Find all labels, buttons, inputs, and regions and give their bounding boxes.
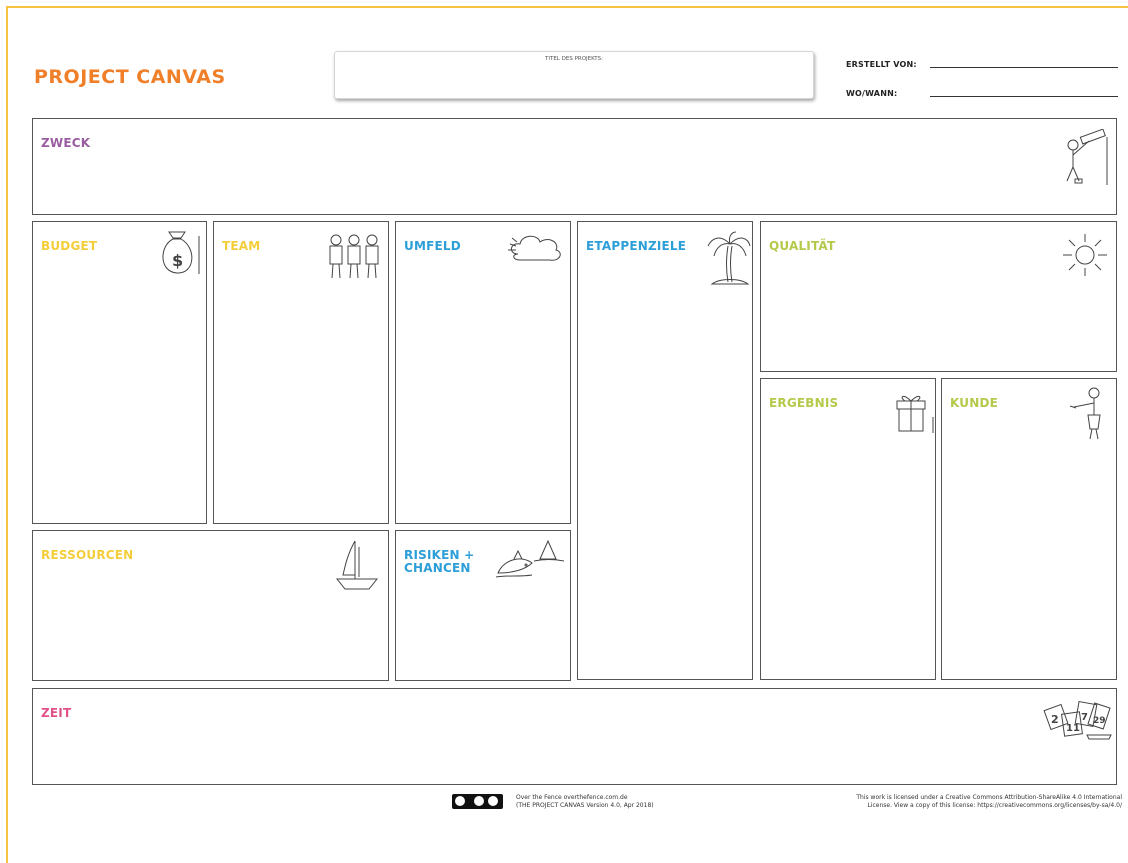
budget-label: BUDGET xyxy=(41,239,98,253)
kunde-box[interactable]: KUNDE xyxy=(941,378,1117,680)
palm-island-icon xyxy=(707,231,751,285)
sa-icon xyxy=(488,796,498,806)
cc-by-sa-badge xyxy=(452,794,503,809)
telescope-person-icon xyxy=(1066,129,1108,185)
umfeld-label: UMFELD xyxy=(404,239,461,253)
created-by-field[interactable] xyxy=(930,67,1118,68)
svg-text:2: 2 xyxy=(1051,713,1059,726)
people-group-icon xyxy=(329,234,379,279)
zweck-label: ZWECK xyxy=(41,136,91,150)
gift-icon xyxy=(896,395,934,433)
created-by-label: ERSTELLT VON: xyxy=(846,60,917,69)
footer-license: This work is licensed under a Creative C… xyxy=(856,794,1122,810)
etappenziele-label: ETAPPENZIELE xyxy=(586,239,687,253)
svg-text:29: 29 xyxy=(1093,716,1106,726)
svg-text:7: 7 xyxy=(1081,712,1088,723)
risiken-label: RISIKEN + CHANCEN xyxy=(404,549,474,575)
page-title: PROJECT CANVAS xyxy=(34,66,226,88)
zeit-label: ZEIT xyxy=(41,706,72,720)
by-icon xyxy=(474,796,484,806)
budget-box[interactable]: BUDGET $ xyxy=(32,221,207,524)
zeit-box[interactable]: ZEIT 2 11 7 29 xyxy=(32,688,1117,785)
footer-credit-line1: Over the Fence overthefence.com.de xyxy=(516,794,628,801)
dolphin-shark-icon xyxy=(495,539,565,578)
where-when-label: WO/WANN: xyxy=(846,89,898,98)
project-title-field[interactable]: TITEL DES PROJEKTS: xyxy=(334,51,814,99)
risiken-label-line2: CHANCEN xyxy=(404,561,471,575)
sun-icon xyxy=(1063,234,1107,276)
person-icon xyxy=(1069,387,1101,440)
footer-credit: Over the Fence overthefence.com.de (THE … xyxy=(516,794,654,810)
qualitaet-box[interactable]: QUALITÄT xyxy=(760,221,1117,372)
ergebnis-label: ERGEBNIS xyxy=(769,396,839,410)
ressourcen-box[interactable]: RESSOURCEN xyxy=(32,530,389,681)
where-when-field[interactable] xyxy=(930,96,1118,97)
money-bag-icon: $ xyxy=(162,231,200,274)
ergebnis-box[interactable]: ERGEBNIS xyxy=(760,378,936,680)
team-label: TEAM xyxy=(222,239,261,253)
footer-credit-line2: (THE PROJECT CANVAS Version 4.0, Apr 201… xyxy=(516,802,654,809)
team-box[interactable]: TEAM xyxy=(213,221,389,524)
risiken-chancen-box[interactable]: RISIKEN + CHANCEN xyxy=(395,530,571,681)
ressourcen-label: RESSOURCEN xyxy=(41,548,134,562)
kunde-label: KUNDE xyxy=(950,396,999,410)
footer-license-line1: This work is licensed under a Creative C… xyxy=(856,794,1122,801)
svg-text:11: 11 xyxy=(1066,723,1080,734)
cloud-icon xyxy=(508,235,561,261)
svg-text:$: $ xyxy=(172,251,183,270)
zweck-box[interactable]: ZWECK xyxy=(32,118,1117,215)
etappenziele-box[interactable]: ETAPPENZIELE xyxy=(577,221,753,680)
qualitaet-label: QUALITÄT xyxy=(769,239,836,253)
footer-license-line2: License. View a copy of this license: ht… xyxy=(867,802,1122,809)
cc-icon xyxy=(455,796,465,806)
umfeld-box[interactable]: UMFELD xyxy=(395,221,571,524)
calendar-cards-icon: 2 11 7 29 xyxy=(1043,701,1112,740)
sailboat-icon xyxy=(335,540,379,590)
project-title-label: TITEL DES PROJEKTS: xyxy=(544,56,604,62)
